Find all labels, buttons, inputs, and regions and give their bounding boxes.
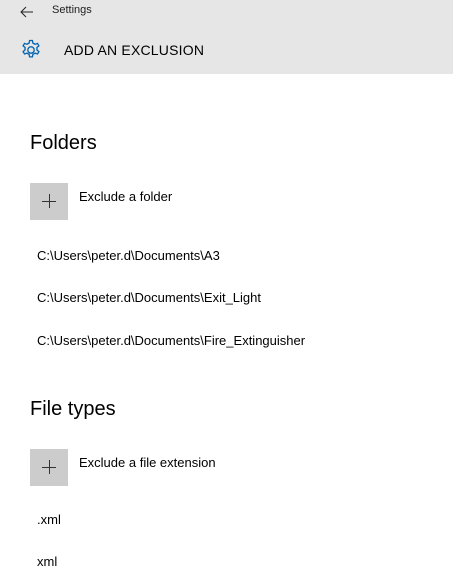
title-row: ADD AN EXCLUSION xyxy=(20,38,204,62)
gear-icon xyxy=(20,39,42,61)
file-extension-item[interactable]: .xml xyxy=(37,512,61,527)
folder-exclusion-item[interactable]: C:\Users\peter.d\Documents\Fire_Extingui… xyxy=(37,333,305,348)
folders-section-title: Folders xyxy=(30,132,97,154)
folder-exclusion-item[interactable]: C:\Users\peter.d\Documents\A3 xyxy=(37,248,220,263)
back-label: Settings xyxy=(52,4,92,16)
settings-page: Settings ADD AN EXCLUSION Folders Exclud… xyxy=(0,0,453,571)
exclude-extension-button[interactable]: Exclude a file extension xyxy=(30,449,216,489)
plus-icon xyxy=(30,183,68,220)
exclude-extension-label: Exclude a file extension xyxy=(79,455,216,470)
file-extension-item[interactable]: xml xyxy=(37,554,57,569)
plus-icon xyxy=(30,449,68,486)
page-title: ADD AN EXCLUSION xyxy=(64,42,205,58)
back-row: Settings xyxy=(20,2,92,22)
exclude-folder-button[interactable]: Exclude a folder xyxy=(30,183,172,223)
exclude-folder-label: Exclude a folder xyxy=(79,189,173,204)
back-arrow-icon[interactable] xyxy=(20,5,34,19)
file-types-section-title: File types xyxy=(30,398,116,420)
folder-exclusion-item[interactable]: C:\Users\peter.d\Documents\Exit_Light xyxy=(37,290,261,305)
header-bar: Settings ADD AN EXCLUSION xyxy=(0,0,453,74)
